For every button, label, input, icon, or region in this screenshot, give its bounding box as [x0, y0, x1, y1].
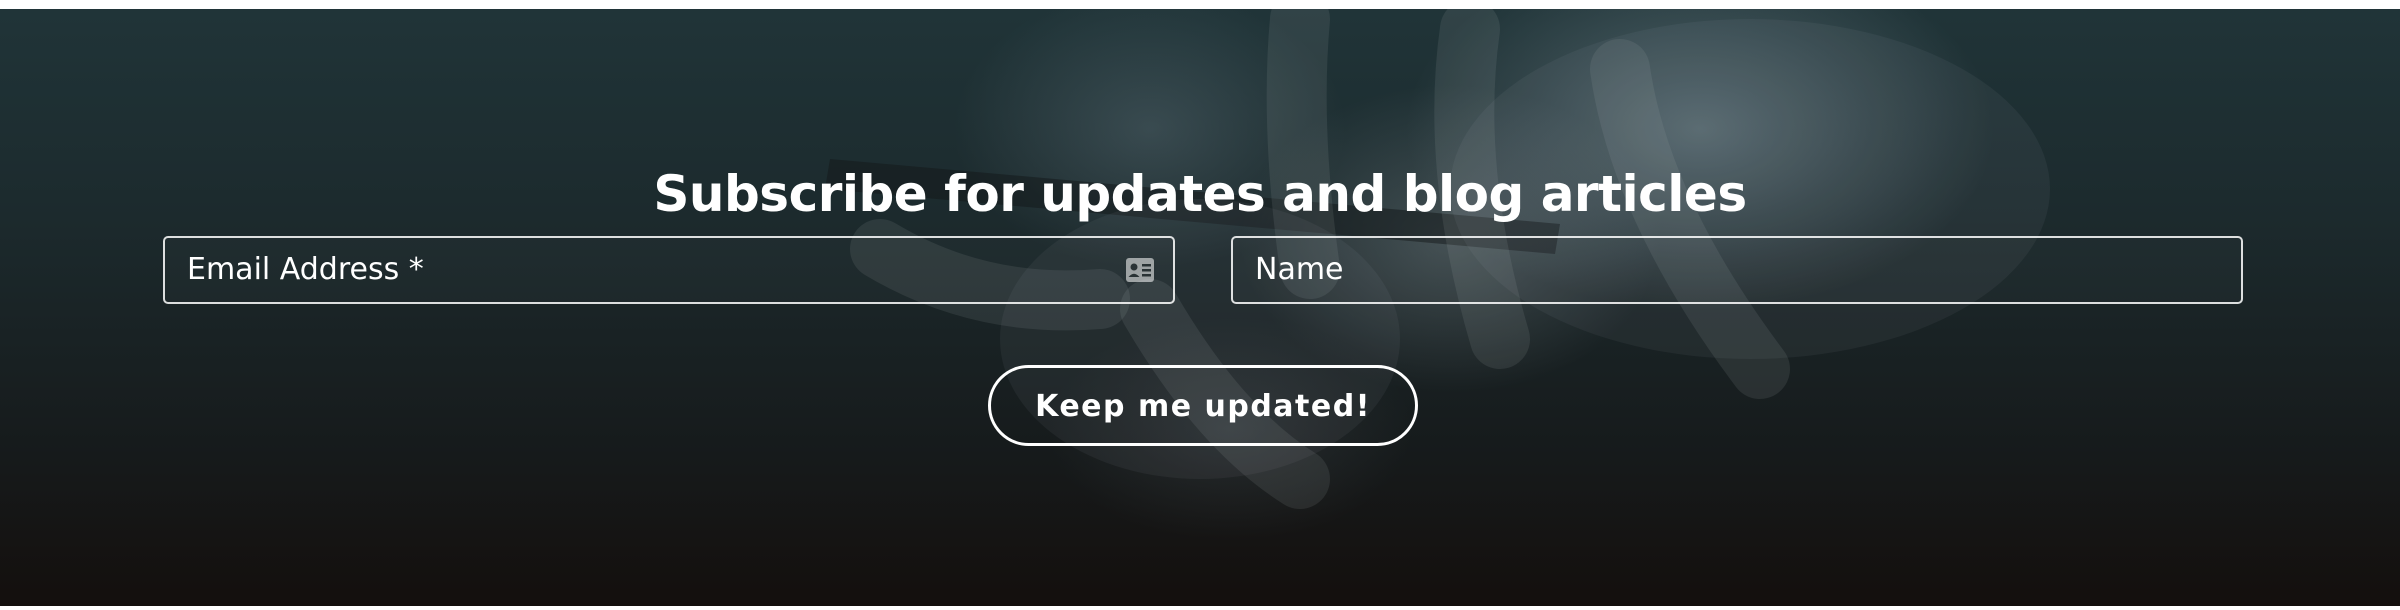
name-field[interactable]: Name	[1231, 236, 2243, 304]
name-field-placeholder: Name	[1255, 252, 1344, 287]
hands-holding-phone-background	[825, 9, 2050, 509]
newsletter-title: Subscribe for updates and blog articles	[653, 165, 1747, 223]
subscribe-button[interactable]: Keep me updated!	[988, 365, 1418, 446]
email-field-placeholder: Email Address *	[187, 252, 424, 287]
contact-card-icon	[1126, 258, 1154, 282]
email-field[interactable]: Email Address *	[163, 236, 1175, 304]
newsletter-section: Subscribe for updates and blog articles …	[0, 9, 2400, 606]
